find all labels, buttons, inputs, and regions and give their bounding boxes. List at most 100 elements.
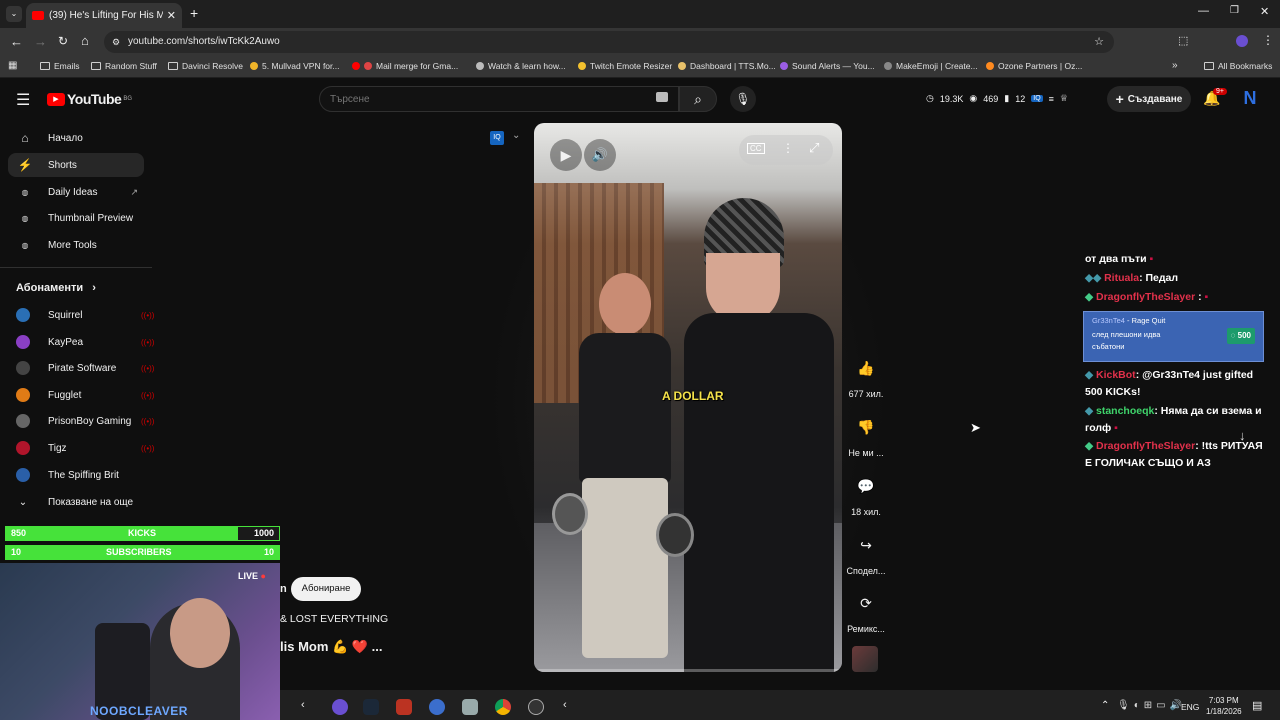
tab-search-button[interactable]: ⌄	[6, 6, 22, 22]
remix-button[interactable]: ⟳ Ремикс...	[846, 588, 886, 635]
extensions-icon[interactable]: ⬚	[1178, 34, 1188, 47]
play-icon[interactable]: ▶	[550, 139, 582, 171]
notifications-button[interactable]: 🔔 9+	[1203, 88, 1227, 107]
comments-button[interactable]: 💬 18 хил.	[846, 471, 886, 518]
volume-icon[interactable]: 🔊	[584, 139, 616, 171]
scroll-down-icon[interactable]: ↓	[1239, 428, 1246, 443]
bookmark-item[interactable]: Mail merge for Gma...	[352, 61, 458, 71]
captions-icon[interactable]: CC	[747, 143, 765, 154]
subscription-item[interactable]: PrisonBoy Gaming ((•))	[16, 411, 154, 431]
files-icon[interactable]	[462, 699, 478, 715]
like-button[interactable]: 👍 677 хил.	[846, 353, 886, 400]
forward-icon[interactable]: →	[34, 34, 47, 49]
voice-search-button[interactable]: 🎙	[730, 86, 756, 112]
bookmark-item[interactable]: Emails	[40, 61, 80, 71]
bookmark-item[interactable]: Sound Alerts — You...	[780, 61, 875, 71]
subscription-item[interactable]: Pirate Software ((•))	[16, 358, 154, 378]
search-input[interactable]	[330, 91, 630, 107]
list-icon[interactable]: ≡	[1049, 94, 1054, 104]
bookmark-item[interactable]: Ozone Partners | Oz...	[986, 61, 1082, 71]
chat-message: ◆ KickBot: @Gr33nTe4 just gifted 500 KIC…	[1085, 369, 1254, 398]
short-video-player[interactable]: A DOLLAR ▶ 🔊 CC ⋮ ⤢	[534, 123, 842, 672]
tab-close-icon[interactable]: ✕	[167, 9, 176, 22]
apps-grid-icon[interactable]: ▦	[8, 60, 17, 71]
subscription-item[interactable]: Squirrel ((•))	[16, 305, 154, 325]
bookmark-item[interactable]: MakeEmoji | Create...	[884, 61, 978, 71]
subs-goal: 10	[263, 547, 274, 557]
avatar-letter: N	[1243, 88, 1257, 108]
chevron-down-icon[interactable]: ⌄	[512, 130, 520, 141]
dislike-label: Не ми ...	[848, 448, 884, 458]
bookmark-item[interactable]: 5. Mullvad VPN for...	[250, 61, 339, 71]
more-bookmarks-icon[interactable]: »	[1172, 60, 1178, 71]
steam-icon[interactable]	[363, 699, 379, 715]
more-options-icon[interactable]: ⋮	[782, 141, 794, 155]
sidebar-item-thumbnail-preview[interactable]: ◍ Thumbnail Preview	[8, 206, 144, 230]
subscriptions-heading[interactable]: Абонаменти ›	[16, 282, 96, 294]
browser-tab-active[interactable]: (39) He's Lifting For His Mom 💪 ✕	[26, 3, 182, 28]
keyboard-icon[interactable]	[656, 92, 668, 102]
fullscreen-icon[interactable]: ⤢	[809, 140, 819, 156]
back-arrow-taskbar-icon[interactable]: ‹	[301, 699, 305, 711]
search-button[interactable]: ⌕	[679, 86, 717, 112]
all-bookmarks[interactable]: All Bookmarks	[1204, 61, 1272, 71]
avatar[interactable]: N	[1240, 88, 1260, 110]
window-minimize-button[interactable]: —	[1198, 5, 1209, 17]
sidebar-item-daily-ideas[interactable]: ◍ Daily Ideas ↗	[8, 180, 144, 204]
site-info-icon[interactable]: ⚙	[112, 31, 120, 53]
new-tab-button[interactable]: +	[190, 5, 198, 21]
chrome-profile-icon[interactable]	[332, 699, 348, 715]
subscribers-goal-bar: 10 SUBSCRIBERS 10	[5, 545, 280, 560]
clock[interactable]: 7:03 PM 1/18/2026	[1206, 695, 1242, 717]
url-field[interactable]: ⚙ youtube.com/shorts/iwTcKk2Auwo ☆	[104, 31, 1114, 53]
reload-icon[interactable]: ↻	[58, 34, 68, 48]
sidebar-item-shorts[interactable]: ⚡ Shorts	[8, 153, 144, 177]
show-more-button[interactable]: ⌄ Показване на още	[16, 492, 140, 512]
bookmark-star-icon[interactable]: ☆	[1094, 31, 1104, 53]
hamburger-menu-icon[interactable]: ☰	[16, 90, 30, 110]
sidebar-item-home[interactable]: ⌂ Начало	[8, 126, 144, 150]
browser-menu-icon[interactable]: ⋮	[1262, 33, 1274, 47]
taskbar-app-icon[interactable]: ‹	[563, 699, 567, 711]
sound-alerts-icon	[780, 62, 788, 70]
home-icon[interactable]: ⌂	[81, 33, 89, 48]
remix-label: Ремикс...	[847, 624, 885, 634]
subscription-item[interactable]: Fugglet ((•))	[16, 385, 154, 405]
bookmark-item[interactable]: Dashboard | TTS.Mo...	[678, 61, 776, 71]
bookmark-item[interactable]: Watch & learn how...	[476, 61, 566, 71]
create-button[interactable]: + Създаване	[1107, 86, 1191, 112]
subscription-item[interactable]: The Spiffing Brit	[16, 465, 140, 485]
bookmark-item[interactable]: Davinci Resolve	[168, 61, 243, 71]
obs-icon[interactable]	[528, 699, 544, 715]
stat-eye: 469	[983, 93, 999, 104]
back-icon[interactable]: ←	[10, 34, 23, 49]
chevron-right-icon: ›	[92, 282, 96, 294]
live-indicator-icon: ((•))	[141, 310, 155, 320]
share-button[interactable]: ↪ Сподел...	[846, 530, 886, 577]
sound-thumbnail[interactable]	[852, 646, 878, 672]
window-restore-button[interactable]: ❐	[1230, 5, 1239, 16]
gb-icon[interactable]	[429, 699, 445, 715]
chrome-icon[interactable]	[495, 699, 511, 715]
video-title-line[interactable]: lis Mom 💪 ❤️ ...	[280, 639, 382, 655]
video-progress-bar[interactable]	[534, 669, 842, 672]
trophy-icon[interactable]: ♕	[1060, 93, 1068, 104]
bookmark-item[interactable]: Twitch Emote Resizer	[578, 61, 672, 71]
notification-center-icon[interactable]: ▤	[1252, 699, 1262, 712]
avatar	[16, 361, 30, 375]
subscription-item[interactable]: Tigz ((•))	[16, 438, 154, 458]
vidiq-icon[interactable]: IQ	[1031, 95, 1043, 102]
app-icon[interactable]	[396, 699, 412, 715]
sidebar-item-more-tools[interactable]: ◍ More Tools	[8, 233, 144, 257]
vidiq-badge-icon[interactable]: IQ	[490, 131, 504, 145]
search-box[interactable]	[319, 86, 679, 112]
bookmark-item[interactable]: Random Stuff	[91, 61, 157, 71]
subscription-item[interactable]: KayPea ((•))	[16, 332, 154, 352]
language-indicator[interactable]: ENG	[1181, 702, 1199, 712]
window-close-button[interactable]: ✕	[1260, 5, 1269, 18]
dislike-button[interactable]: 👎 Не ми ...	[846, 412, 886, 459]
youtube-logo[interactable]: ▶ YouTube BG	[47, 91, 132, 107]
tray-chevron-icon[interactable]: ⌃	[1101, 700, 1109, 711]
profile-icon[interactable]	[1236, 35, 1248, 47]
subscribe-button[interactable]: Абониране	[291, 577, 361, 601]
